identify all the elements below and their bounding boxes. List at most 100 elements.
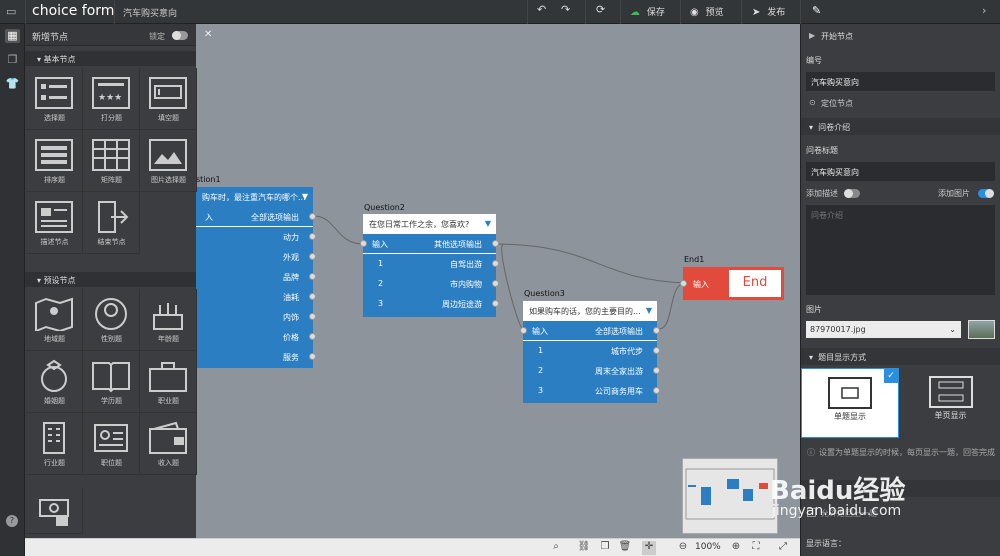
input-port[interactable] <box>520 327 527 334</box>
intro-section[interactable]: ▾ 问卷介绍 <box>801 118 1000 135</box>
palette-tile-building[interactable]: 行业题 <box>26 413 83 475</box>
grid-icon[interactable]: ▦ <box>5 29 20 43</box>
single-question-option[interactable]: 单题显示 ✓ <box>801 368 899 438</box>
fullscreen-icon[interactable]: ⤢ <box>776 541 790 555</box>
refresh-icon[interactable]: ⟳ <box>596 3 605 16</box>
palette-tile-matrix[interactable]: 矩阵题 <box>83 130 140 192</box>
output-port[interactable] <box>653 367 660 374</box>
minimap[interactable] <box>682 458 778 534</box>
image-select[interactable]: 87970017.jpg ⌄ <box>806 321 961 338</box>
output-port[interactable] <box>309 273 316 280</box>
output-port[interactable] <box>653 327 660 334</box>
output-port[interactable] <box>492 240 499 247</box>
image-thumbnail[interactable] <box>968 320 995 339</box>
palette-tile-map-pin[interactable]: 地域题 <box>26 289 83 351</box>
cake-icon <box>153 303 183 330</box>
palette-tile-image-choice[interactable]: 图片选择题 <box>140 130 197 192</box>
save-button[interactable]: ☁ 保存 <box>630 5 665 18</box>
palette-tile-ring[interactable]: 婚姻题 <box>26 351 83 413</box>
q1-header: 购车时，最注重汽车的哪个... ▼ <box>196 187 313 207</box>
publish-button[interactable]: ➤ 发布 <box>752 5 785 18</box>
zoom-level: 100% <box>695 542 721 552</box>
dropdown-icon[interactable]: ▼ <box>485 219 491 228</box>
palette-tile-person[interactable]: 性别题 <box>83 289 140 351</box>
help-icon[interactable]: ? <box>6 515 18 527</box>
search-icon[interactable]: ⌕ <box>549 541 563 555</box>
end-node[interactable]: 输入 End <box>680 267 784 300</box>
matrix-icon <box>92 139 130 171</box>
single-page-option[interactable]: 单页显示 <box>901 368 1000 438</box>
redo-icon[interactable]: ↷ <box>561 3 570 16</box>
palette-tile-money[interactable] <box>26 488 83 534</box>
target-icon: ⊙ <box>809 98 816 107</box>
exit-icon <box>98 201 129 233</box>
basic-section[interactable]: ▾ 基本节点 <box>25 51 196 66</box>
palette-tile-id-card[interactable]: 职位题 <box>83 413 140 475</box>
undo-icon[interactable]: ↶ <box>537 3 546 16</box>
close-icon[interactable]: ✕ <box>204 29 212 40</box>
q2-option: 1 自驾出游 <box>363 254 499 274</box>
question2-node[interactable]: 在您日常工作之余，您喜欢? ▼ 输入 其他选项输出 1 自驾出游 2 市内购物 3 周边短途… <box>360 214 499 317</box>
palette-tile-briefcase[interactable]: 职业题 <box>140 351 197 413</box>
unlink-icon[interactable]: ⛓ <box>577 541 591 555</box>
q3-option: 1 城市代步 <box>523 341 660 361</box>
shirt-icon[interactable]: 👕 <box>5 77 20 91</box>
add-image-toggle[interactable] <box>978 189 994 198</box>
zoom-out-icon[interactable]: ⊖ <box>676 541 690 555</box>
money-icon <box>39 499 69 526</box>
layers-icon[interactable]: ❐ <box>5 53 20 67</box>
dropdown-icon[interactable]: ▼ <box>646 306 652 315</box>
input-port[interactable] <box>360 240 367 247</box>
q1-option: 油耗 <box>196 287 316 307</box>
preview-button[interactable]: ◉ 预览 <box>690 5 724 18</box>
zoom-in-icon[interactable]: ⊕ <box>729 541 743 555</box>
output-port[interactable] <box>309 253 316 260</box>
output-port[interactable] <box>309 293 316 300</box>
fit-icon[interactable]: ⛶ <box>749 541 763 555</box>
description-textarea[interactable]: 问卷介绍 <box>806 205 995 295</box>
trash-icon[interactable]: 🗑 <box>618 541 632 555</box>
locate-node-link[interactable]: 定位节点 <box>821 98 853 109</box>
lock-toggle[interactable] <box>172 31 188 40</box>
add-desc-toggle[interactable] <box>844 189 860 198</box>
palette-tile-sort[interactable]: 排序题 <box>26 130 83 192</box>
output-port[interactable] <box>492 280 499 287</box>
output-port[interactable] <box>309 233 316 240</box>
survey-title-field[interactable]: 汽车购买意向 <box>806 162 995 181</box>
question1-node[interactable]: 购车时，最注重汽车的哪个... ▼ 入 全部选项输出 动力 外观 品牌 油耗 内饰 价格 服务 <box>196 187 316 368</box>
dropdown-icon[interactable]: ▼ <box>302 192 308 201</box>
copy-icon[interactable]: ❐ <box>598 541 612 555</box>
output-port[interactable] <box>492 260 499 267</box>
output-port[interactable] <box>653 347 660 354</box>
palette-tile-fill-blank[interactable]: 填空题 <box>140 68 197 130</box>
palette-tile-book[interactable]: 学历题 <box>83 351 140 413</box>
palette-tile-description[interactable]: 描述节点 <box>26 192 83 254</box>
input-port[interactable] <box>680 280 687 287</box>
output-port[interactable] <box>309 213 316 220</box>
output-port[interactable] <box>653 387 660 394</box>
output-port[interactable] <box>309 313 316 320</box>
node-palette: 新增节点 锁定 ✕ ▾ 基本节点 选择题 ★★★ 打分题 填空题 排序题 矩阵题 图片选择题… <box>25 24 212 538</box>
palette-tile-rating[interactable]: ★★★ 打分题 <box>83 68 140 130</box>
q1-option: 服务 <box>196 347 316 367</box>
output-port[interactable] <box>309 333 316 340</box>
brush-icon[interactable]: ✎ <box>812 4 821 17</box>
palette-tile-choice[interactable]: 选择题 <box>26 68 83 130</box>
palette-tile-exit[interactable]: 结束节点 <box>83 192 140 254</box>
preset-section[interactable]: ▾ 预设节点 <box>25 272 196 287</box>
chevron-right-icon[interactable]: › <box>982 4 986 17</box>
id-field[interactable]: 汽车购买意向 <box>806 72 995 91</box>
output-port[interactable] <box>492 300 499 307</box>
flow-canvas[interactable]: stion1 购车时，最注重汽车的哪个... ▼ 入 全部选项输出 动力 外观 品牌油… <box>196 24 800 538</box>
q3-option: 2 周末全家出游 <box>523 361 660 381</box>
pan-icon[interactable]: ✛ <box>642 541 656 555</box>
question3-node[interactable]: 如果购车的话，您的主要目的... ▼ 输入 全部选项输出 1 城市代步 2 周末全家出游… <box>520 301 660 403</box>
palette-tile-wallet[interactable]: 收入题 <box>140 413 197 475</box>
palette-tile-cake[interactable]: 年龄题 <box>140 289 197 351</box>
palette-title: 新增节点 <box>32 33 69 43</box>
output-port[interactable] <box>309 353 316 360</box>
svg-text:★★★: ★★★ <box>98 93 122 103</box>
display-section[interactable]: ▾ 题目显示方式 <box>801 348 1000 365</box>
sidebar-toggle-icon[interactable]: ▭ <box>6 5 16 18</box>
send-icon: ➤ <box>752 7 761 18</box>
